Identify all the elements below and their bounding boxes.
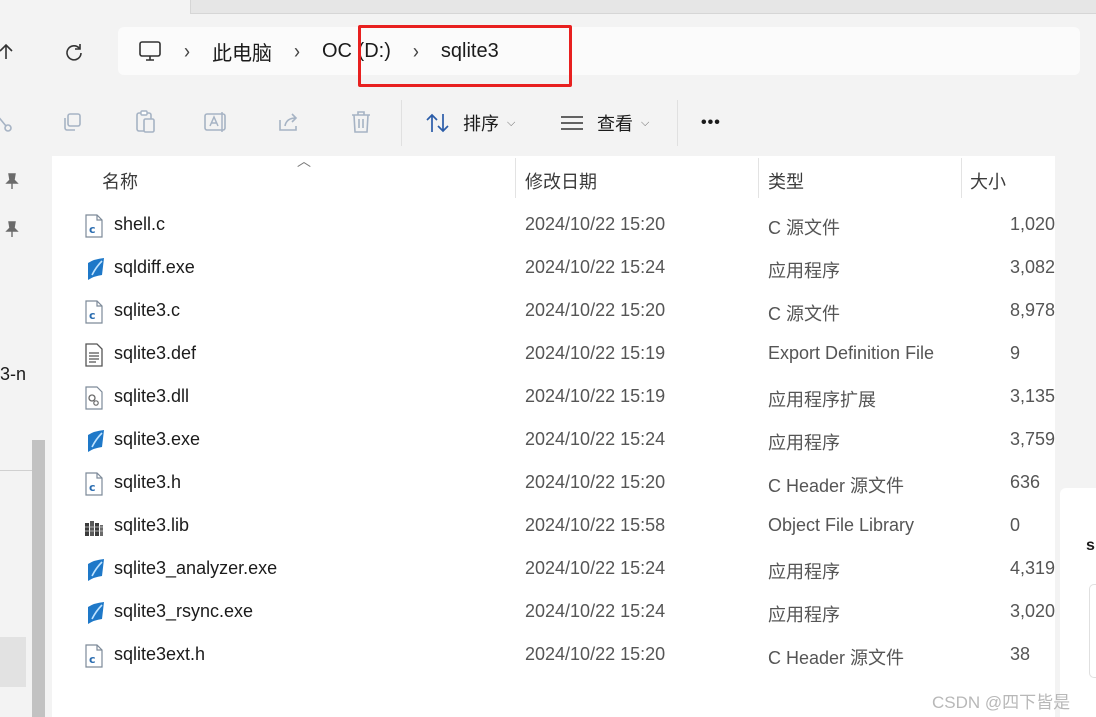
file-type: C 源文件	[768, 304, 840, 324]
file-size: 0	[1010, 515, 1021, 535]
file-type: 应用程序	[768, 605, 840, 625]
file-row[interactable]: sqlite3.exe 2024/10/22 15:24 应用程序 3,759	[52, 420, 1055, 463]
dll-icon	[84, 386, 104, 410]
file-type: Export Definition File	[768, 343, 935, 363]
file-row[interactable]: c sqlite3.h 2024/10/22 15:20 C Header 源文…	[52, 463, 1055, 506]
file-date: 2024/10/22 15:19	[525, 343, 666, 363]
file-date: 2024/10/22 15:20	[525, 472, 666, 492]
file-type: C Header 源文件	[768, 476, 905, 496]
text-file-icon	[84, 343, 104, 367]
file-row[interactable]: sqlite3.def 2024/10/22 15:19 Export Defi…	[52, 334, 1055, 377]
c-file-icon: c	[84, 300, 104, 324]
details-box	[1089, 584, 1096, 678]
file-row[interactable]: sqlite3_analyzer.exe 2024/10/22 15:24 应用…	[52, 549, 1055, 592]
file-row[interactable]: sqlite3.lib 2024/10/22 15:58 Object File…	[52, 506, 1055, 549]
file-type: 应用程序	[768, 562, 840, 582]
exe-icon	[84, 429, 104, 453]
file-date: 2024/10/22 15:20	[525, 644, 666, 664]
file-row[interactable]: c sqlite3ext.h 2024/10/22 15:20 C Header…	[52, 635, 1055, 678]
file-name: sqlite3_analyzer.exe	[114, 558, 278, 578]
watermark: CSDN @四下皆是	[932, 693, 1071, 712]
file-size: 9	[1010, 343, 1021, 363]
file-date: 2024/10/22 15:24	[525, 601, 666, 621]
file-type: C 源文件	[768, 218, 840, 238]
file-date: 2024/10/22 15:20	[525, 214, 666, 234]
file-name: sqlite3.dll	[114, 386, 190, 406]
file-name: sqlite3.def	[114, 343, 197, 363]
lib-icon	[84, 515, 104, 539]
exe-icon	[84, 601, 104, 625]
file-row[interactable]: c shell.c 2024/10/22 15:20 C 源文件 1,020	[52, 205, 1055, 248]
file-size: 3,759	[1010, 429, 1055, 449]
c-file-icon: c	[84, 472, 104, 496]
file-size: 3,020	[1010, 601, 1055, 621]
file-size: 636	[1010, 472, 1041, 492]
svg-text:c: c	[89, 653, 96, 666]
exe-icon	[84, 257, 104, 281]
c-file-icon: c	[84, 644, 104, 668]
file-row[interactable]: sqlite3.dll 2024/10/22 15:19 应用程序扩展 3,13…	[52, 377, 1055, 420]
file-row[interactable]: sqlite3_rsync.exe 2024/10/22 15:24 应用程序 …	[52, 592, 1055, 635]
file-size: 4,319	[1010, 558, 1055, 578]
file-name: sqlite3.exe	[114, 429, 201, 449]
file-date: 2024/10/22 15:24	[525, 558, 666, 578]
svg-text:c: c	[89, 481, 96, 494]
file-row[interactable]: sqldiff.exe 2024/10/22 15:24 应用程序 3,082	[52, 248, 1055, 291]
file-date: 2024/10/22 15:19	[525, 386, 666, 406]
file-row[interactable]: c sqlite3.c 2024/10/22 15:20 C 源文件 8,978	[52, 291, 1055, 334]
exe-icon	[84, 558, 104, 582]
svg-text:c: c	[89, 309, 96, 322]
file-size: 3,082	[1010, 257, 1055, 277]
file-name: sqlite3.h	[114, 472, 182, 492]
file-type: Object File Library	[768, 515, 915, 535]
file-type: C Header 源文件	[768, 648, 905, 668]
file-date: 2024/10/22 15:20	[525, 300, 666, 320]
file-name: sqlite3.c	[114, 300, 181, 320]
file-name: sqlite3.lib	[114, 515, 190, 535]
file-size: 3,135	[1010, 386, 1055, 406]
c-file-icon: c	[84, 214, 104, 238]
file-name: sqlite3ext.h	[114, 644, 206, 664]
file-name: shell.c	[114, 214, 166, 234]
file-type: 应用程序	[768, 433, 840, 453]
file-size: 38	[1010, 644, 1031, 664]
file-type: 应用程序	[768, 261, 840, 281]
details-title-partial: s	[1086, 537, 1095, 554]
svg-text:c: c	[89, 223, 96, 236]
file-date: 2024/10/22 15:24	[525, 429, 666, 449]
file-type: 应用程序扩展	[768, 390, 876, 410]
file-size: 8,978	[1010, 300, 1055, 320]
file-date: 2024/10/22 15:24	[525, 257, 666, 277]
file-name: sqlite3_rsync.exe	[114, 601, 254, 621]
file-rows-container: c shell.c 2024/10/22 15:20 C 源文件 1,020 s…	[0, 0, 1055, 717]
file-name: sqldiff.exe	[114, 257, 195, 277]
file-size: 1,020	[1010, 214, 1055, 234]
file-date: 2024/10/22 15:58	[525, 515, 666, 535]
